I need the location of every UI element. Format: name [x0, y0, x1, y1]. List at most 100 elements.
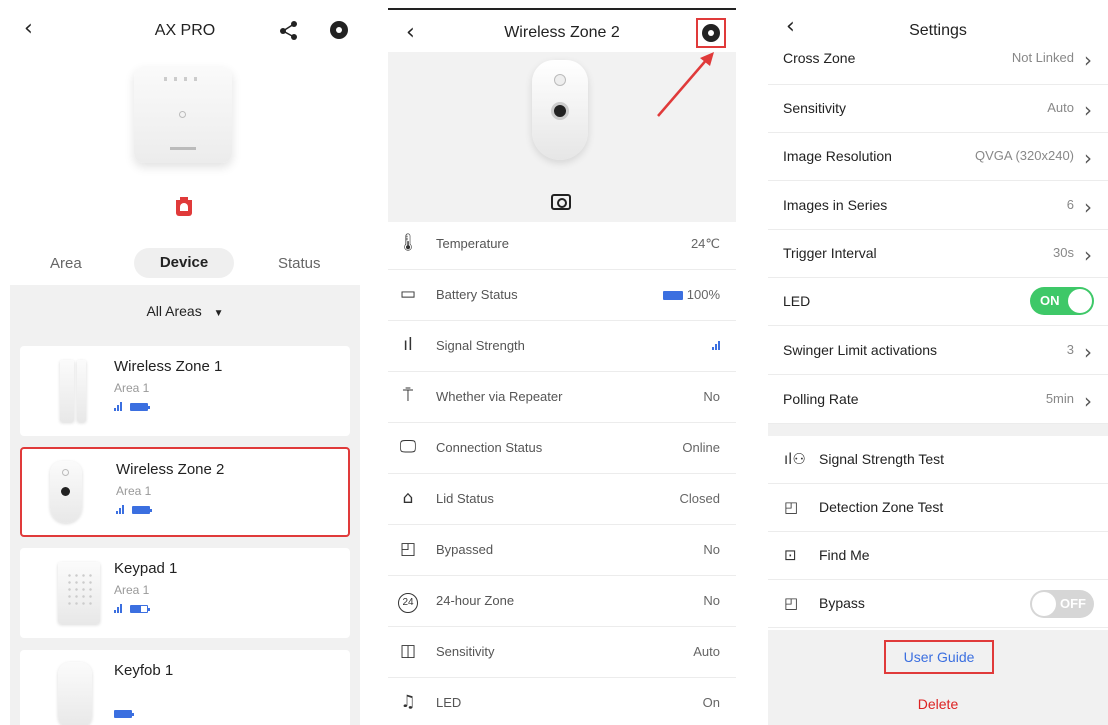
test-row-detection-zone-test[interactable]: ◰ Detection Zone Test: [768, 484, 1108, 532]
footer-actions: User Guide Delete: [768, 630, 1108, 725]
setting-label: Cross Zone: [783, 50, 856, 66]
device-card-keypad-1[interactable]: Keypad 1 Area 1: [20, 548, 350, 638]
test-label: Signal Strength Test: [819, 451, 945, 467]
setting-label: Sensitivity: [783, 100, 847, 116]
device-card-wireless-zone-1[interactable]: Wireless Zone 1 Area 1: [20, 346, 350, 436]
signal-icon: ıl: [403, 335, 413, 355]
chevron-right-icon: ›: [1084, 243, 1092, 267]
camera-capture-icon[interactable]: [551, 194, 571, 210]
row-value: [712, 338, 720, 353]
row-value: Closed: [679, 491, 720, 506]
battery-icon: [130, 604, 150, 613]
find-me-icon: ⊡: [784, 546, 797, 564]
row-value: Auto: [693, 644, 720, 659]
toggle-text: ON: [1040, 293, 1060, 308]
filter-label: All Areas: [146, 303, 202, 319]
setting-label: Polling Rate: [783, 391, 859, 407]
pir-camera-thumbnail: [50, 461, 82, 523]
tab-area[interactable]: Area: [50, 255, 82, 272]
annotation-arrow: [657, 52, 714, 117]
setting-value: 3: [1066, 342, 1074, 357]
bypass-icon: ◰: [784, 594, 799, 612]
settings-highlight-box: [696, 18, 726, 48]
header-area: ‹ AX PRO Area Device Status: [10, 0, 360, 285]
device-list-screen: ‹ AX PRO Area Device Status All Areas ▼ …: [10, 0, 360, 725]
section-divider: [768, 424, 1108, 436]
chevron-right-icon: ›: [1084, 146, 1092, 170]
signal-icon: [114, 402, 122, 411]
info-row-lid-status: ⌂ Lid Status Closed: [388, 474, 736, 525]
device-name: Wireless Zone 1: [114, 358, 223, 375]
pir-camera-image: [532, 60, 588, 160]
row-label: Sensitivity: [436, 644, 495, 659]
device-card-keyfob-1[interactable]: Keyfob 1: [20, 650, 350, 725]
share-icon[interactable]: [279, 20, 299, 40]
info-row-led: ♫ LED On: [388, 678, 736, 725]
bypass-icon: ◰: [399, 539, 417, 559]
repeater-icon: ⍑: [402, 386, 414, 406]
battery-icon: ▭: [399, 284, 417, 304]
user-guide-button[interactable]: User Guide: [884, 640, 994, 674]
row-value: No: [703, 593, 720, 608]
setting-row-cross-zone[interactable]: Cross Zone Not Linked ›: [768, 36, 1108, 85]
tab-status[interactable]: Status: [278, 255, 321, 272]
device-name: Keyfob 1: [114, 662, 174, 679]
row-label: Lid Status: [436, 491, 494, 506]
row-value-text: 100%: [686, 287, 720, 302]
led-toggle[interactable]: ON: [1030, 287, 1094, 315]
setting-label: Swinger Limit activations: [783, 342, 938, 358]
settings-gear-icon[interactable]: [330, 21, 348, 39]
info-row-bypassed: ◰ Bypassed No: [388, 525, 736, 576]
device-card-wireless-zone-2[interactable]: Wireless Zone 2 Area 1: [20, 447, 350, 537]
setting-label: Image Resolution: [783, 148, 892, 164]
setting-value: Auto: [1047, 100, 1074, 115]
info-row-sensitivity: ◫ Sensitivity Auto: [388, 627, 736, 678]
setting-row-image-resolution[interactable]: Image Resolution QVGA (320x240) ›: [768, 132, 1108, 181]
settings-screen: ‹ Settings Cross Zone Not Linked › Sensitiv…: [768, 0, 1108, 725]
row-label: Signal Strength: [436, 338, 525, 353]
test-row-find-me[interactable]: ⊡ Find Me: [768, 532, 1108, 580]
bypass-toggle[interactable]: OFF: [1030, 590, 1094, 618]
chevron-right-icon: ›: [1084, 48, 1092, 72]
setting-row-images-in-series[interactable]: Images in Series 6 ›: [768, 181, 1108, 230]
device-area: Area 1: [114, 583, 150, 597]
info-row-connection-status: 🖵 Connection Status Online: [388, 423, 736, 474]
test-label: Find Me: [819, 547, 870, 563]
tab-device[interactable]: Device: [134, 248, 234, 278]
row-value: 100%: [662, 287, 720, 302]
setting-row-trigger-interval[interactable]: Trigger Interval 30s ›: [768, 229, 1108, 278]
test-row-bypass[interactable]: ◰ Bypass OFF: [768, 580, 1108, 628]
row-label: Bypassed: [436, 542, 494, 557]
status-bar-divider: [388, 8, 736, 10]
keypad-thumbnail: [58, 562, 100, 624]
chevron-right-icon: ›: [1084, 195, 1092, 219]
setting-value: 6: [1066, 197, 1074, 212]
setting-label: LED: [783, 293, 811, 309]
area-filter-dropdown[interactable]: All Areas ▼: [10, 303, 360, 319]
device-area: Area 1: [116, 484, 152, 498]
magnetic-contact-thumbnail: [60, 360, 74, 422]
setting-row-led[interactable]: LED ON: [768, 277, 1108, 326]
setting-value: 5min: [1045, 391, 1074, 406]
tab-bar: Area Device Status: [10, 248, 360, 280]
keyfob-thumbnail: [58, 662, 92, 725]
toggle-knob: [1032, 592, 1056, 616]
toggle-text: OFF: [1060, 596, 1086, 611]
battery-icon: [130, 402, 150, 411]
setting-row-sensitivity[interactable]: Sensitivity Auto ›: [768, 84, 1108, 133]
detection-zone-icon: ◰: [784, 498, 799, 516]
setting-row-polling-rate[interactable]: Polling Rate 5min ›: [768, 375, 1108, 424]
setting-row-swinger-limit-activations[interactable]: Swinger Limit activations 3 ›: [768, 326, 1108, 375]
hub-image: [134, 67, 232, 163]
info-row-temperature: 🌡 Temperature 24℃: [388, 219, 736, 270]
signal-strength-icon: [712, 341, 720, 350]
row-value: No: [703, 542, 720, 557]
test-label: Bypass: [819, 595, 865, 611]
test-row-signal-strength-test[interactable]: ıl⚇ Signal Strength Test: [768, 436, 1108, 484]
setting-value: Not Linked: [1011, 50, 1074, 65]
signal-test-icon: ıl⚇: [784, 450, 806, 468]
bell-icon: ♫: [400, 692, 416, 712]
row-label: LED: [436, 695, 462, 710]
delete-button[interactable]: Delete: [768, 696, 1108, 712]
thermometer-icon: 🌡: [397, 233, 419, 253]
